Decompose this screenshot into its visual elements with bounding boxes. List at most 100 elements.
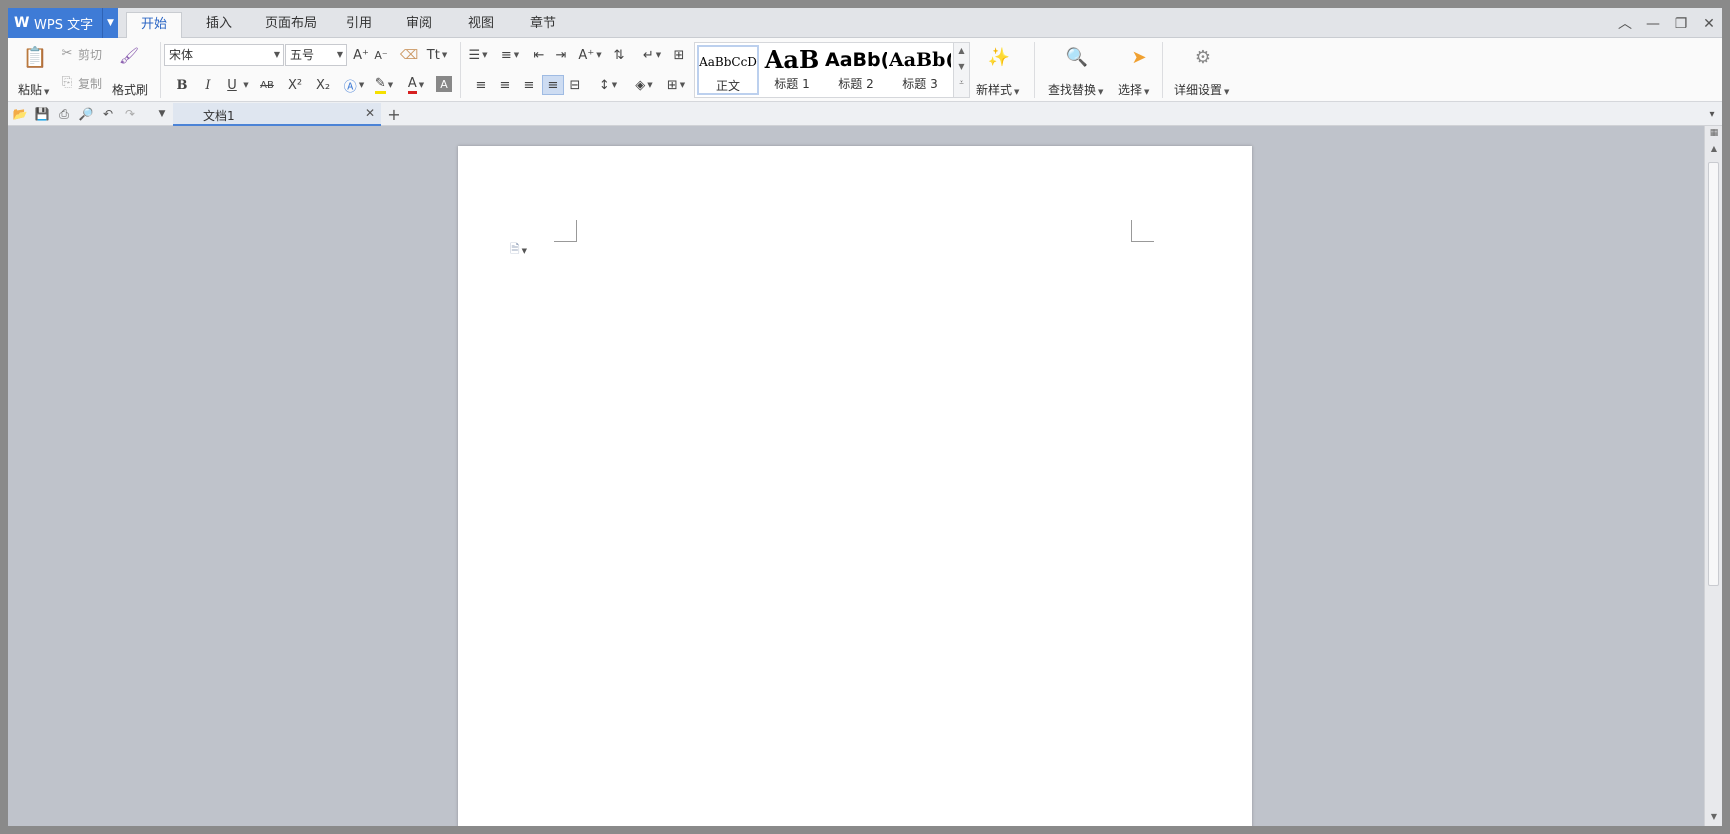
restore-icon[interactable]: ❐ — [1668, 14, 1694, 34]
open-folder-icon[interactable]: 📂 — [12, 106, 28, 122]
strikethrough-button[interactable]: AB — [254, 76, 280, 94]
bold-button[interactable]: B — [174, 76, 190, 94]
print-preview-icon[interactable]: 🔎 — [78, 106, 94, 122]
style-heading-2[interactable]: AaBb( 标题 2 — [825, 45, 887, 97]
quick-access-bar: 📂 💾 ⎙ 🔎 ↶ ↷ ▼ 文档1 ✕ + ▾ — [8, 102, 1722, 126]
increase-indent-icon[interactable]: ⇥ — [552, 46, 570, 64]
customize-toolbar-icon[interactable]: ▼ — [154, 106, 170, 122]
scrollbar-thumb[interactable] — [1708, 162, 1719, 586]
align-center-icon[interactable]: ≡ — [496, 76, 514, 94]
justify-icon[interactable]: ≡ — [542, 75, 564, 95]
tab-view[interactable]: 视图 — [456, 12, 506, 38]
app-menu-button[interactable]: W WPS 文字 ▼ — [8, 8, 118, 38]
paste-button[interactable]: 粘贴 ▼ — [18, 81, 49, 98]
vertical-scrollbar[interactable]: ▦ ▲ ▼ — [1704, 126, 1722, 826]
tab-chapter[interactable]: 章节 — [518, 12, 568, 38]
grow-font-button[interactable]: A⁺ — [352, 46, 370, 64]
new-style-label: 新样式 — [976, 83, 1013, 97]
cut-button[interactable]: 剪切 — [78, 46, 102, 63]
ribbon-home: 📋 粘贴 ▼ ✂ 剪切 ⎘ 复制 🖌 格式刷 宋体 ▼ 五号 ▼ A⁺ A⁻ ⌫ Tt… — [8, 38, 1722, 102]
close-icon[interactable]: ✕ — [1696, 14, 1722, 34]
print-icon[interactable]: ⎙ — [56, 106, 72, 122]
superscript-button[interactable]: X² — [284, 76, 306, 94]
find-replace-label: 查找替换 — [1048, 83, 1097, 97]
font-color-label: A — [407, 76, 417, 94]
tab-review[interactable]: 审阅 — [394, 12, 444, 38]
style-preview: AaBbCcD — [699, 55, 757, 69]
format-painter-icon[interactable]: 🖌 — [118, 44, 140, 66]
divider — [460, 42, 461, 98]
line-spacing-icon[interactable]: ↕ ▼ — [594, 76, 622, 94]
tab-home[interactable]: 开始 — [126, 12, 182, 38]
shrink-font-button[interactable]: A⁻ — [372, 46, 390, 64]
scroll-down-icon[interactable]: ▼ — [1707, 812, 1721, 824]
tab-page-layout[interactable]: 页面布局 — [256, 12, 326, 38]
document-page[interactable]: 🗎 ▼ — [458, 146, 1252, 826]
tab-insert[interactable]: 插入 — [194, 12, 244, 38]
text-effect-icon[interactable]: Tt ▼ — [422, 46, 452, 64]
font-size-value: 五号 — [290, 48, 315, 62]
distributed-align-icon[interactable]: ⊟ — [566, 76, 584, 94]
style-gallery-scroll[interactable]: ▲ ▼ ⩡ — [953, 43, 969, 97]
font-size-select[interactable]: 五号 ▼ — [285, 44, 347, 66]
style-heading-1[interactable]: AaB 标题 1 — [761, 45, 823, 97]
close-tab-icon[interactable]: ✕ — [365, 106, 375, 120]
undo-icon[interactable]: ↶ — [100, 106, 116, 122]
new-tab-icon[interactable]: + — [386, 105, 402, 124]
chevron-up-icon[interactable]: ▲ — [954, 43, 969, 59]
format-painter-button[interactable]: 格式刷 — [112, 81, 148, 98]
paste-icon[interactable]: 📋 — [22, 44, 48, 70]
copy-icon[interactable]: ⎘ — [60, 75, 74, 90]
sort-icon[interactable]: ⇅ — [610, 46, 628, 64]
detail-settings-button[interactable]: 详细设置 ▼ — [1174, 81, 1229, 98]
options-icon[interactable]: ▾ — [1704, 106, 1720, 122]
style-normal[interactable]: AaBbCcD 正文 — [697, 45, 759, 95]
char-shading-button[interactable]: A — [436, 76, 452, 92]
split-view-icon[interactable]: ▦ — [1707, 128, 1721, 140]
new-style-button[interactable]: 新样式 ▼ — [976, 81, 1019, 98]
redo-icon[interactable]: ↷ — [122, 106, 138, 122]
numbered-list-icon[interactable]: ≡ ▼ — [496, 46, 524, 64]
save-icon[interactable]: 💾 — [34, 106, 50, 122]
chevron-down-icon[interactable]: ▼ — [954, 59, 969, 75]
align-right-icon[interactable]: ≡ — [520, 76, 538, 94]
minimize-icon[interactable]: — — [1640, 14, 1666, 34]
style-gallery: AaBbCcD 正文 AaB 标题 1 AaBb( 标题 2 AaBb( 标题 … — [694, 42, 970, 98]
new-style-icon[interactable]: ✨ — [986, 44, 1012, 70]
expand-gallery-icon[interactable]: ⩡ — [954, 75, 969, 91]
text-outline-icon[interactable]: Ⓐ ▼ — [342, 76, 366, 95]
find-replace-button[interactable]: 查找替换 ▼ — [1048, 81, 1103, 98]
text-direction-icon[interactable]: A⁺ ▼ — [576, 46, 604, 64]
bullet-list-icon[interactable]: ☰ ▼ — [464, 46, 492, 64]
clear-format-icon[interactable]: ⌫ — [400, 46, 418, 64]
underline-dropdown-icon[interactable]: ▼ — [240, 76, 250, 94]
collapse-ribbon-icon[interactable]: ︿ — [1612, 14, 1638, 34]
align-left-icon[interactable]: ≡ — [472, 76, 490, 94]
chevron-down-icon[interactable]: ▼ — [102, 8, 118, 38]
document-tab[interactable]: 文档1 ✕ — [173, 103, 381, 126]
shading-icon[interactable]: ◈ ▼ — [630, 76, 658, 94]
decrease-indent-icon[interactable]: ⇤ — [530, 46, 548, 64]
italic-button[interactable]: I — [200, 76, 216, 94]
margin-corner-top-right — [1131, 220, 1154, 242]
tab-references[interactable]: 引用 — [334, 12, 384, 38]
paste-label: 粘贴 — [18, 83, 43, 97]
highlight-icon[interactable]: ✎ ▼ — [370, 76, 398, 94]
table-icon[interactable]: ⊞ — [670, 46, 688, 64]
show-marks-icon[interactable]: ↵ ▼ — [638, 46, 666, 64]
find-replace-icon[interactable]: 🔍 — [1064, 44, 1090, 70]
borders-icon[interactable]: ⊞ ▼ — [662, 76, 690, 94]
select-button[interactable]: 选择 ▼ — [1118, 81, 1149, 98]
cursor-select-icon[interactable]: ➤ — [1126, 44, 1152, 70]
divider — [1034, 42, 1035, 98]
scissors-icon[interactable]: ✂ — [60, 46, 74, 61]
subscript-button[interactable]: X₂ — [312, 76, 334, 94]
font-color-button[interactable]: A ▼ — [402, 76, 430, 94]
underline-button[interactable]: U — [224, 76, 240, 94]
paste-options-icon[interactable]: 🗎 ▼ — [510, 240, 527, 261]
detail-settings-icon[interactable]: ⚙ — [1190, 44, 1216, 70]
copy-button[interactable]: 复制 — [78, 75, 102, 92]
style-heading-3[interactable]: AaBb( 标题 3 — [889, 45, 951, 97]
scroll-up-icon[interactable]: ▲ — [1707, 144, 1721, 156]
font-name-select[interactable]: 宋体 ▼ — [164, 44, 284, 66]
